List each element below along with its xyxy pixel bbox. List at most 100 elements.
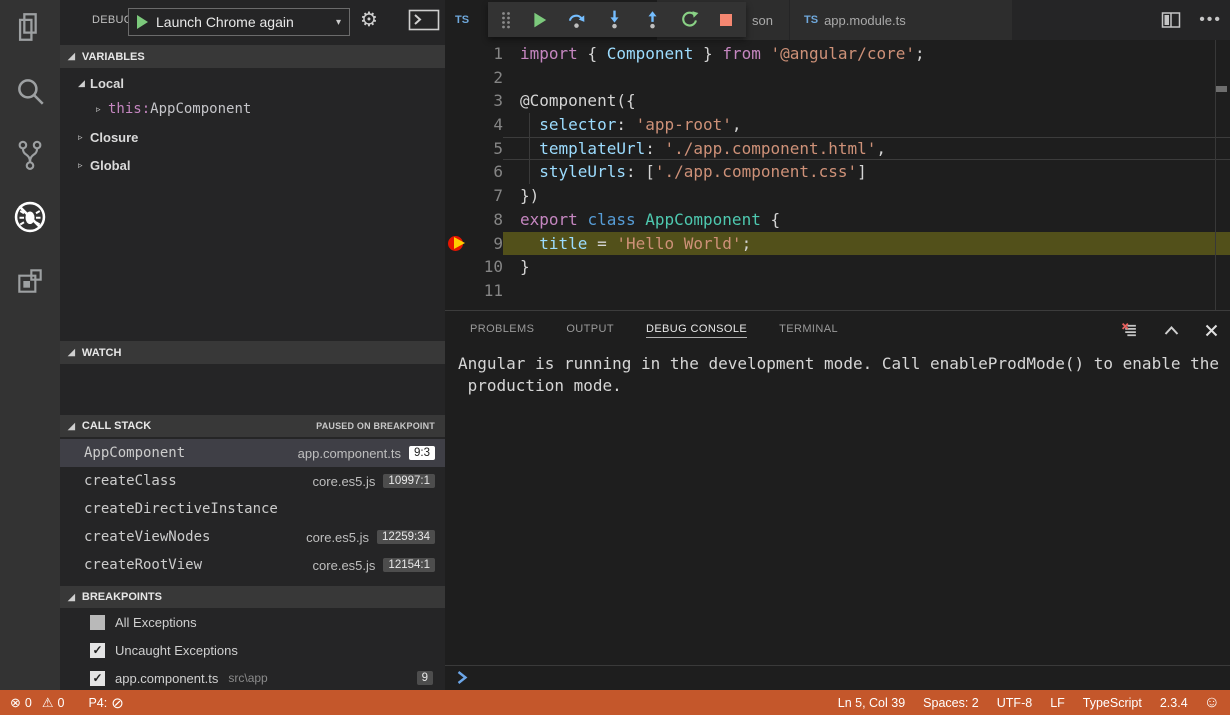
- call-stack-section-header[interactable]: ◢ CALL STACK PAUSED ON BREAKPOINT: [60, 415, 445, 437]
- continue-icon[interactable]: [531, 11, 549, 29]
- panel-tab-problems[interactable]: PROBLEMS: [470, 323, 534, 337]
- scope-closure[interactable]: ▹ Closure: [60, 124, 445, 150]
- status-item[interactable]: Ln 5, Col 39: [838, 696, 905, 710]
- code-line[interactable]: 9 title = 'Hello World';: [445, 232, 1230, 256]
- start-debug-icon[interactable]: [137, 15, 148, 29]
- code-line[interactable]: 10}: [445, 255, 1230, 279]
- code-line-text[interactable]: [503, 279, 1230, 303]
- code-token: './app.component.html': [665, 139, 877, 158]
- feedback-smiley-icon[interactable]: ☺: [1204, 694, 1220, 712]
- drag-grip-icon[interactable]: [500, 11, 512, 29]
- code-line-text[interactable]: }): [503, 184, 1230, 208]
- code-token: AppComponent: [645, 210, 770, 229]
- status-item[interactable]: Spaces: 2: [923, 696, 979, 710]
- status-item[interactable]: TypeScript: [1083, 696, 1142, 710]
- panel-tab-output[interactable]: OUTPUT: [566, 323, 614, 337]
- breakpoint-line-badge: 9: [417, 671, 433, 685]
- code-line-text[interactable]: templateUrl: './app.component.html',: [503, 137, 1230, 161]
- code-line[interactable]: 1import { Component } from '@angular/cor…: [445, 42, 1230, 66]
- code-line-text[interactable]: title = 'Hello World';: [503, 232, 1230, 256]
- code-line-text[interactable]: export class AppComponent {: [503, 208, 1230, 232]
- code-token: selector: [539, 115, 616, 134]
- code-line[interactable]: 5 templateUrl: './app.component.html',: [445, 137, 1230, 161]
- code-editor[interactable]: 1import { Component } from '@angular/cor…: [445, 40, 1230, 310]
- breakpoint-checkbox[interactable]: [90, 615, 105, 630]
- error-count[interactable]: ⊗ 0: [10, 695, 32, 711]
- debug-console-input[interactable]: [445, 665, 1230, 689]
- status-bar: ⊗ 0 ⚠ 0 P4: ⊘ Ln 5, Col 39 Spaces: 2 UTF-8…: [0, 690, 1230, 715]
- code-token: Component: [607, 44, 694, 63]
- breakpoints-section-header[interactable]: ◢ BREAKPOINTS: [60, 586, 445, 608]
- breakpoint-item[interactable]: ✓Uncaught Exceptions: [60, 636, 445, 664]
- open-debug-console-icon[interactable]: [408, 9, 440, 31]
- call-stack-frame[interactable]: createViewNodescore.es5.js12259:34: [60, 523, 445, 551]
- watch-section-header[interactable]: ◢ WATCH: [60, 341, 445, 364]
- code-line-text[interactable]: [503, 66, 1230, 90]
- search-icon[interactable]: [0, 66, 60, 116]
- configure-gear-icon[interactable]: ⚙: [360, 7, 378, 32]
- status-item[interactable]: UTF-8: [997, 696, 1032, 710]
- code-line[interactable]: 11: [445, 279, 1230, 303]
- stop-icon[interactable]: [718, 12, 734, 28]
- twisty-collapsed-icon: ▹: [78, 132, 90, 143]
- close-panel-icon[interactable]: [1205, 324, 1218, 337]
- code-line-text[interactable]: }: [503, 255, 1230, 279]
- panel-tab-terminal[interactable]: TERMINAL: [779, 323, 838, 337]
- console-line: Angular is running in the development mo…: [458, 353, 1230, 375]
- code-token: 'Hello World': [616, 234, 741, 253]
- call-stack-frame[interactable]: createDirectiveInstance: [60, 495, 445, 523]
- code-line[interactable]: 7}): [445, 184, 1230, 208]
- debug-icon[interactable]: [0, 192, 60, 242]
- code-line-text[interactable]: selector: 'app-root',: [503, 113, 1230, 137]
- ruler-decoration: [1216, 86, 1227, 92]
- source-control-icon[interactable]: [0, 130, 60, 180]
- code-line-text[interactable]: styleUrls: ['./app.component.css']: [503, 160, 1230, 184]
- restart-icon[interactable]: [680, 10, 699, 29]
- twisty-collapsed-icon: ▹: [96, 104, 108, 115]
- variable-this[interactable]: ▹ this: AppComponent: [60, 96, 445, 122]
- code-token: }: [520, 257, 530, 276]
- panel-tab-debug-console[interactable]: DEBUG CONSOLE: [646, 323, 747, 338]
- code-line[interactable]: 2: [445, 66, 1230, 90]
- debug-console-output[interactable]: Angular is running in the development mo…: [458, 353, 1230, 396]
- code-line[interactable]: 4 selector: 'app-root',: [445, 113, 1230, 137]
- call-stack-frame[interactable]: createRootViewcore.es5.js12154:1: [60, 551, 445, 579]
- code-line[interactable]: 3@Component({: [445, 89, 1230, 113]
- step-out-icon[interactable]: [643, 10, 662, 29]
- step-over-icon[interactable]: [567, 10, 586, 29]
- call-stack-frame[interactable]: AppComponentapp.component.ts9:3: [60, 439, 445, 467]
- extensions-icon[interactable]: [0, 256, 60, 306]
- explorer-icon[interactable]: [0, 2, 60, 52]
- tab-app-module-ts[interactable]: TS app.module.ts: [790, 0, 1013, 40]
- code-line[interactable]: 8export class AppComponent {: [445, 208, 1230, 232]
- scope-local[interactable]: ◢ Local: [60, 70, 445, 96]
- overview-ruler[interactable]: [1215, 40, 1216, 310]
- split-editor-icon[interactable]: [1161, 11, 1181, 29]
- step-into-icon[interactable]: [605, 10, 624, 29]
- clear-console-icon[interactable]: [1121, 322, 1138, 339]
- breakpoint-checkbox[interactable]: ✓: [90, 643, 105, 658]
- twisty-expanded-icon: ◢: [68, 421, 75, 432]
- breakpoint-item[interactable]: ✓app.component.tssrc\app9: [60, 664, 445, 692]
- warning-count[interactable]: ⚠ 0: [42, 695, 65, 711]
- launch-config-dropdown[interactable]: Launch Chrome again ▾: [128, 8, 350, 36]
- code-line-text[interactable]: import { Component } from '@angular/core…: [503, 42, 1230, 66]
- bottom-panel: PROBLEMS OUTPUT DEBUG CONSOLE TERMINAL Angu…: [445, 310, 1230, 690]
- code-token: [520, 115, 539, 134]
- code-line-text[interactable]: @Component({: [503, 89, 1230, 113]
- debug-controls: DEBUG Launch Chrome again ▾ ⚙: [60, 0, 445, 44]
- maximize-panel-icon[interactable]: [1164, 325, 1179, 336]
- call-stack-frame[interactable]: createClasscore.es5.js10997:1: [60, 467, 445, 495]
- scope-global[interactable]: ▹ Global: [60, 152, 445, 178]
- status-item[interactable]: 2.3.4: [1160, 696, 1188, 710]
- status-item[interactable]: LF: [1050, 696, 1065, 710]
- breakpoint-checkbox[interactable]: ✓: [90, 671, 105, 686]
- code-line[interactable]: 6 styleUrls: ['./app.component.css']: [445, 160, 1230, 184]
- twisty-expanded-icon: ◢: [68, 347, 75, 358]
- twisty-expanded-icon: ◢: [68, 592, 75, 603]
- breakpoint-item[interactable]: All Exceptions: [60, 608, 445, 636]
- perforce-status[interactable]: P4: ⊘: [88, 694, 123, 712]
- line-number: 3: [445, 89, 503, 113]
- variables-section-header[interactable]: ◢ VARIABLES: [60, 45, 445, 68]
- more-actions-icon[interactable]: •••: [1199, 11, 1222, 29]
